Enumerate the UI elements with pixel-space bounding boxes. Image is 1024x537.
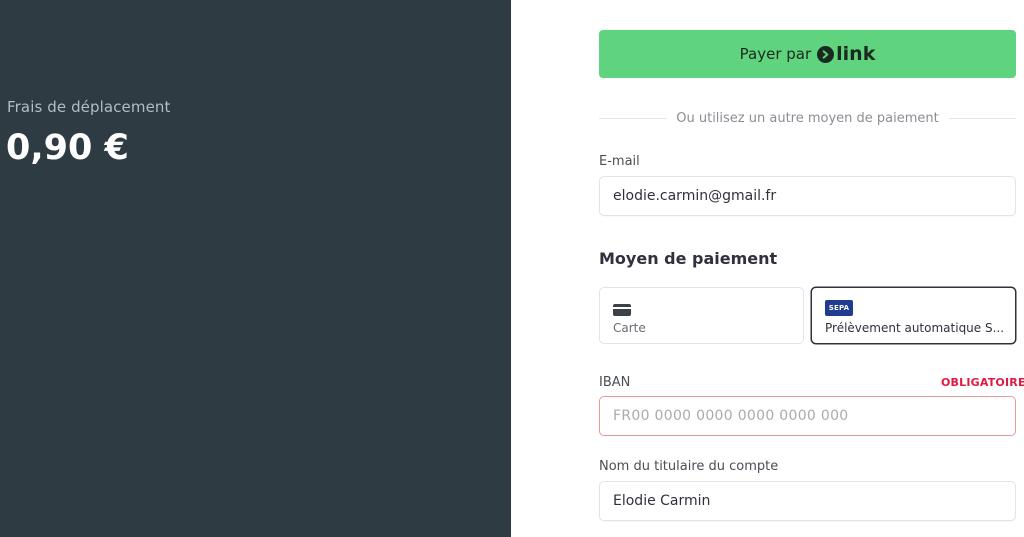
link-arrow-icon xyxy=(817,45,835,63)
summary-label: Frais de déplacement xyxy=(7,98,171,116)
pay-with-link-label: Payer par xyxy=(739,45,812,63)
tab-card-label: Carte xyxy=(613,321,646,335)
account-holder-field[interactable]: Elodie Carmin xyxy=(599,481,1016,521)
email-label: E-mail xyxy=(599,154,640,169)
divider-line-left xyxy=(599,117,667,119)
iban-label: IBAN xyxy=(599,375,631,390)
divider-text: Ou utilisez un autre moyen de paiement xyxy=(676,110,939,126)
payment-method-title: Moyen de paiement xyxy=(599,249,778,268)
email-value: elodie.carmin@gmail.fr xyxy=(613,188,777,204)
email-field[interactable]: elodie.carmin@gmail.fr xyxy=(599,176,1016,216)
tab-card[interactable]: Carte xyxy=(599,287,804,344)
tab-sepa-label: Prélèvement automatique S... xyxy=(825,321,1005,335)
sepa-icon: SEPA xyxy=(825,300,853,316)
link-logo: link xyxy=(817,43,875,65)
required-badge: OBLIGATOIRE xyxy=(941,376,1024,389)
iban-field[interactable]: FR00 0000 0000 0000 0000 000 xyxy=(599,396,1016,436)
payment-form-panel: Payer par link Ou utilisez un autre moye… xyxy=(511,0,1024,537)
link-logo-text: link xyxy=(836,43,876,65)
iban-placeholder: FR00 0000 0000 0000 0000 000 xyxy=(613,408,849,424)
credit-card-icon xyxy=(613,304,631,316)
account-holder-value: Elodie Carmin xyxy=(613,493,711,509)
tab-sepa-debit[interactable]: SEPA Prélèvement automatique S... xyxy=(811,287,1016,344)
pay-with-link-button[interactable]: Payer par link xyxy=(599,30,1016,78)
alternative-payment-divider: Ou utilisez un autre moyen de paiement xyxy=(599,109,1016,127)
summary-amount: 0,90 € xyxy=(6,128,129,168)
order-summary-panel: Frais de déplacement 0,90 € xyxy=(0,0,511,537)
account-holder-label: Nom du titulaire du compte xyxy=(599,459,779,474)
divider-line-right xyxy=(948,117,1016,119)
